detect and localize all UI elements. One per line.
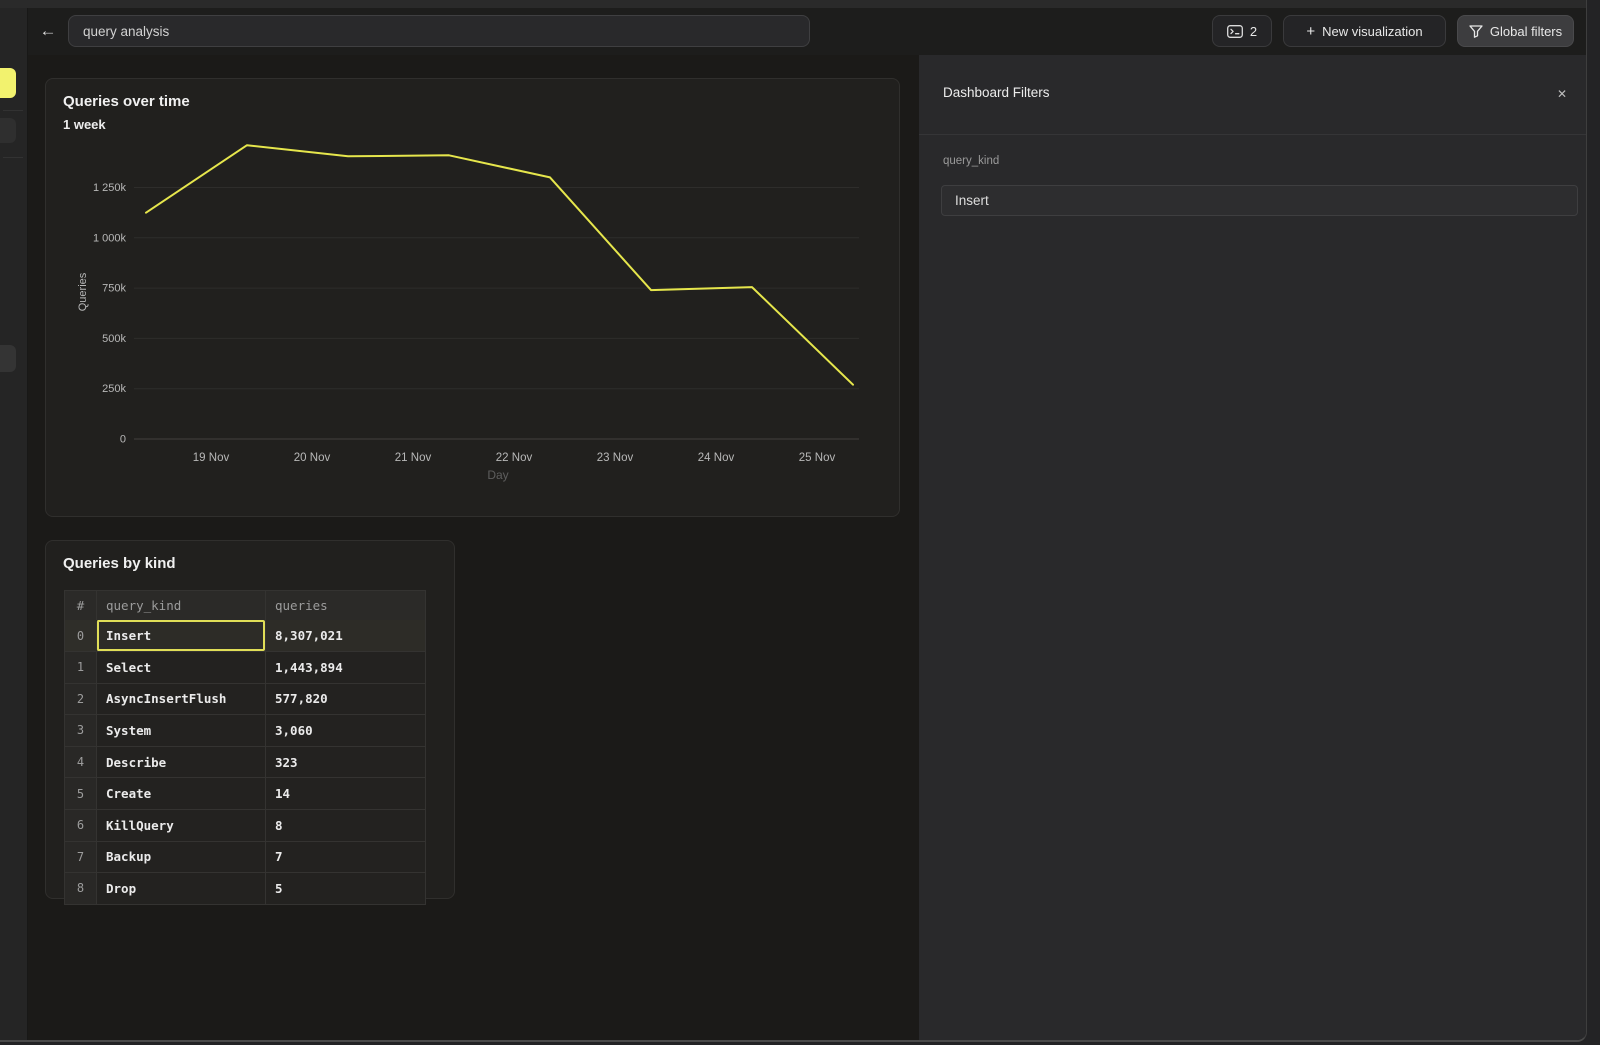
svg-text:21 Nov: 21 Nov [395,452,432,464]
cell-queries[interactable]: 8 [265,810,425,841]
sidebar-item-2[interactable] [0,118,16,143]
svg-text:Queries: Queries [77,272,89,311]
svg-text:25 Nov: 25 Nov [799,452,836,464]
visualization-count: 2 [1250,24,1257,39]
row-index: 7 [65,842,96,873]
table-row[interactable]: 8Drop5 [65,872,425,904]
row-index: 6 [65,810,96,841]
sidebar [0,8,28,1040]
svg-text:750k: 750k [102,283,126,295]
console-icon [1227,25,1243,38]
queries-over-time-chart[interactable]: 0 250k 500k 750k 1 000k 1 250k 19 Nov 20 Nov 21 … [46,79,899,516]
cell-queries[interactable]: 1,443,894 [265,652,425,683]
cell-query-kind[interactable]: AsyncInsertFlush [96,684,265,715]
row-index: 0 [65,620,96,651]
cell-query-kind[interactable]: Create [96,778,265,809]
window-top-strip [0,0,1586,8]
query-kind-filter-input[interactable] [941,185,1578,216]
queries-by-kind-card: Queries by kind #query_kindqueries 0Inse… [45,540,455,899]
row-index: 2 [65,684,96,715]
table-row[interactable]: 1Select1,443,894 [65,651,425,683]
table-row[interactable]: 6KillQuery8 [65,809,425,841]
table-title: Queries by kind [63,555,176,572]
filter-funnel-icon [1469,25,1483,38]
row-index: 5 [65,778,96,809]
svg-text:0: 0 [120,434,126,446]
table-row[interactable]: 3System3,060 [65,714,425,746]
svg-text:24 Nov: 24 Nov [698,452,735,464]
cell-query-kind[interactable]: Select [96,652,265,683]
plus-icon: + [1306,24,1315,39]
cell-queries[interactable]: 3,060 [265,715,425,746]
row-index: 1 [65,652,96,683]
svg-text:23 Nov: 23 Nov [597,452,634,464]
table-row[interactable]: 5Create14 [65,777,425,809]
svg-text:19 Nov: 19 Nov [193,452,230,464]
table-header-row: #query_kindqueries [65,591,425,620]
cell-query-kind[interactable]: Backup [96,842,265,873]
cell-queries[interactable]: 7 [265,842,425,873]
svg-text:Day: Day [487,468,508,482]
dashboard-title-input[interactable] [68,15,810,47]
new-visualization-label: New visualization [1322,24,1422,39]
new-visualization-button[interactable]: + New visualization [1283,15,1446,47]
toolbar: ↻ ← 2 + New visualization [0,8,1586,56]
cell-queries[interactable]: 323 [265,747,425,778]
svg-text:500k: 500k [102,333,126,345]
sidebar-item-active-dashboard[interactable] [0,68,16,98]
close-icon[interactable]: ✕ [1554,86,1570,102]
queries-by-kind-table: #query_kindqueries 0Insert8,307,0211Sele… [64,590,426,905]
cell-query-kind[interactable]: System [96,715,265,746]
filters-panel-title: Dashboard Filters [943,85,1050,100]
global-filters-label: Global filters [1490,24,1562,39]
queries-over-time-card: 0 250k 500k 750k 1 000k 1 250k 19 Nov 20 Nov 21 … [45,78,900,517]
svg-text:1 000k: 1 000k [93,232,127,244]
svg-text:22 Nov: 22 Nov [496,452,533,464]
svg-text:20 Nov: 20 Nov [294,452,331,464]
column-header-queries: queries [265,591,425,620]
cell-query-kind[interactable]: Describe [96,747,265,778]
row-index: 8 [65,873,96,904]
chart-title: Queries over time [63,93,190,110]
column-header-index: # [65,591,96,620]
cell-queries[interactable]: 5 [265,873,425,904]
dashboard-canvas: 0250k500k750k1 000k1 250k19 Nov20 Nov21 … [28,55,919,1040]
dashboard-filters-panel: Dashboard Filters ✕ query_kind [919,55,1586,1040]
cell-query-kind[interactable]: KillQuery [96,810,265,841]
row-index: 4 [65,747,96,778]
chart-subtitle: 1 week [63,117,106,132]
cell-queries[interactable]: 577,820 [265,684,425,715]
table-row[interactable]: 0Insert8,307,021 [65,620,425,651]
table-row[interactable]: 4Describe323 [65,746,425,778]
global-filters-button[interactable]: Global filters [1457,15,1574,47]
sidebar-divider [3,157,23,158]
cell-query-kind[interactable]: Insert [96,620,265,651]
panel-divider [919,134,1586,135]
column-header-query_kind: query_kind [96,591,265,620]
table-row[interactable]: 2AsyncInsertFlush577,820 [65,683,425,715]
sidebar-item-3[interactable] [0,345,16,372]
visualization-count-button[interactable]: 2 [1212,15,1272,47]
query-kind-filter-label: query_kind [943,155,999,167]
table-row[interactable]: 7Backup7 [65,841,425,873]
back-icon[interactable]: ← [38,20,58,42]
cell-query-kind[interactable]: Drop [96,873,265,904]
svg-text:1 250k: 1 250k [93,182,127,194]
sidebar-divider [3,110,23,111]
svg-text:250k: 250k [102,383,126,395]
row-index: 3 [65,715,96,746]
toolbar-buttons: 2 + New visualization Global filters [1212,15,1574,47]
app-window: ↻ ← 2 + New visualization [0,0,1587,1042]
cell-queries[interactable]: 14 [265,778,425,809]
cell-queries[interactable]: 8,307,021 [265,620,425,651]
